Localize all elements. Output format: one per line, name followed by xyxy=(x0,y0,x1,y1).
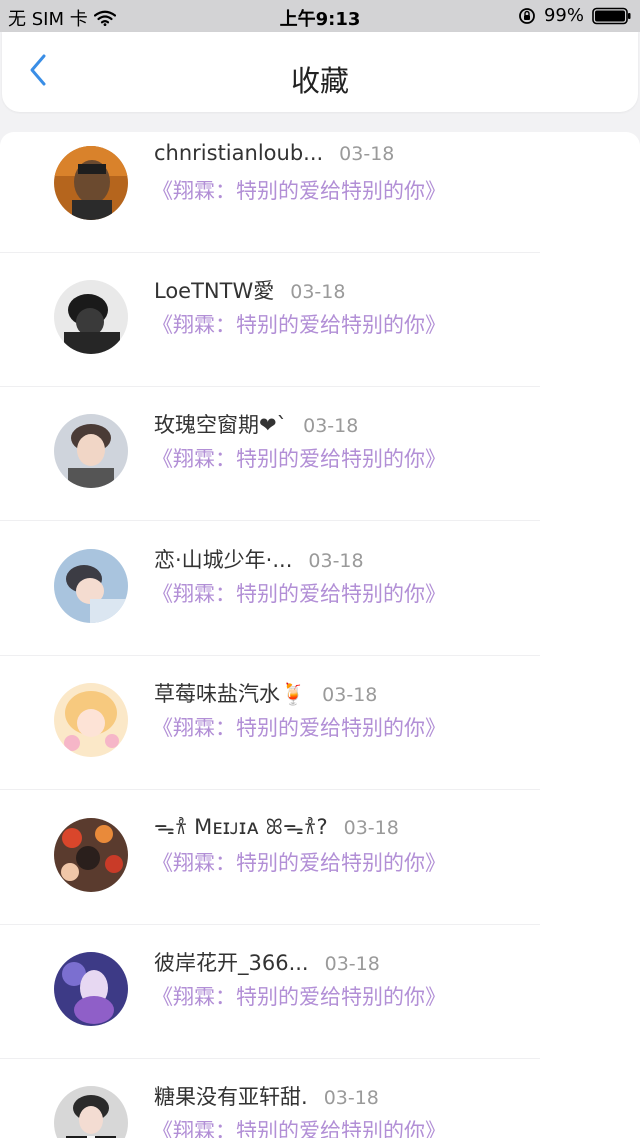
avatar[interactable] xyxy=(54,818,128,892)
avatar[interactable] xyxy=(54,146,128,220)
list-item[interactable]: 糖果没有亚轩甜. 03-18 《翔霖：特别的爱给特别的你》 xyxy=(0,1059,640,1138)
avatar[interactable] xyxy=(54,1086,128,1138)
user-name: LoeTNTW愛 xyxy=(154,279,275,303)
item-date: 03-18 xyxy=(290,281,346,303)
item-date: 03-18 xyxy=(322,684,378,706)
avatar[interactable] xyxy=(54,280,128,354)
navigation-bar: 收藏 xyxy=(2,32,638,112)
list-item[interactable]: LoeTNTW愛 03-18 《翔霖：特别的爱给特别的你》 xyxy=(0,253,640,387)
list-item[interactable]: 恋·山城少年·... 03-18 《翔霖：特别的爱给特别的你》 xyxy=(0,522,640,656)
item-header: chnristianloub... 03-18 xyxy=(154,141,394,165)
story-link[interactable]: 《翔霖：特别的爱给特别的你》 xyxy=(152,443,446,473)
battery-icon xyxy=(592,7,632,25)
user-name: ᯓ𐀪 Mᴇɪᴊɪᴀ ꕤᯓ𐀪? xyxy=(154,815,328,839)
user-name: 彼岸花开_366... xyxy=(154,951,309,975)
story-link[interactable]: 《翔霖：特别的爱给特别的你》 xyxy=(152,847,446,877)
avatar[interactable] xyxy=(54,952,128,1026)
list-item[interactable]: 玫瑰空窗期❤︎` 03-18 《翔霖：特别的爱给特别的你》 xyxy=(0,387,640,521)
item-date: 03-18 xyxy=(308,550,364,572)
user-name: 恋·山城少年·... xyxy=(154,548,293,572)
battery-percent: 99% xyxy=(543,5,584,26)
list-item[interactable]: 草莓味盐汽水🍹 03-18 《翔霖：特别的爱给特别的你》 xyxy=(0,656,640,790)
avatar[interactable] xyxy=(54,414,128,488)
avatar[interactable] xyxy=(54,549,128,623)
list-item[interactable]: ᯓ𐀪 Mᴇɪᴊɪᴀ ꕤᯓ𐀪? 03-18 《翔霖：特别的爱给特别的你》 xyxy=(0,791,640,925)
item-date: 03-18 xyxy=(303,415,359,437)
story-link[interactable]: 《翔霖：特别的爱给特别的你》 xyxy=(152,309,446,339)
item-header: 玫瑰空窗期❤︎` 03-18 xyxy=(154,409,358,439)
item-date: 03-18 xyxy=(343,817,399,839)
story-link[interactable]: 《翔霖：特别的爱给特别的你》 xyxy=(152,712,446,742)
favorites-list: chnristianloub... 03-18 《翔霖：特别的爱给特别的你》 Lo… xyxy=(0,132,640,1138)
story-link[interactable]: 《翔霖：特别的爱给特别的你》 xyxy=(152,1115,446,1138)
story-link[interactable]: 《翔霖：特别的爱给特别的你》 xyxy=(152,578,446,608)
item-header: 糖果没有亚轩甜. 03-18 xyxy=(154,1081,379,1111)
divider xyxy=(0,520,540,521)
item-header: 草莓味盐汽水🍹 03-18 xyxy=(154,678,377,708)
item-header: 恋·山城少年·... 03-18 xyxy=(154,544,364,574)
item-header: 彼岸花开_366... 03-18 xyxy=(154,947,380,977)
list-item[interactable]: 彼岸花开_366... 03-18 《翔霖：特别的爱给特别的你》 xyxy=(0,925,640,1059)
status-bar: 无 SIM 卡 上午9:13 99% xyxy=(0,0,640,32)
page-title: 收藏 xyxy=(290,64,349,98)
story-link[interactable]: 《翔霖：特别的爱给特别的你》 xyxy=(152,981,446,1011)
orientation-lock-icon xyxy=(518,7,536,25)
story-link[interactable]: 《翔霖：特别的爱给特别的你》 xyxy=(152,175,446,205)
divider xyxy=(0,789,540,790)
user-name: 草莓味盐汽水🍹 xyxy=(154,682,307,706)
user-name: 玫瑰空窗期❤︎` xyxy=(154,413,288,437)
item-date: 03-18 xyxy=(324,953,380,975)
user-name: 糖果没有亚轩甜. xyxy=(154,1085,308,1109)
item-date: 03-18 xyxy=(323,1087,379,1109)
user-name: chnristianloub... xyxy=(154,141,324,165)
avatar[interactable] xyxy=(54,683,128,757)
item-header: LoeTNTW愛 03-18 xyxy=(154,275,345,305)
item-date: 03-18 xyxy=(339,143,395,165)
item-header: ᯓ𐀪 Mᴇɪᴊɪᴀ ꕤᯓ𐀪? 03-18 xyxy=(154,813,399,841)
list-item[interactable]: chnristianloub... 03-18 《翔霖：特别的爱给特别的你》 xyxy=(0,132,640,253)
